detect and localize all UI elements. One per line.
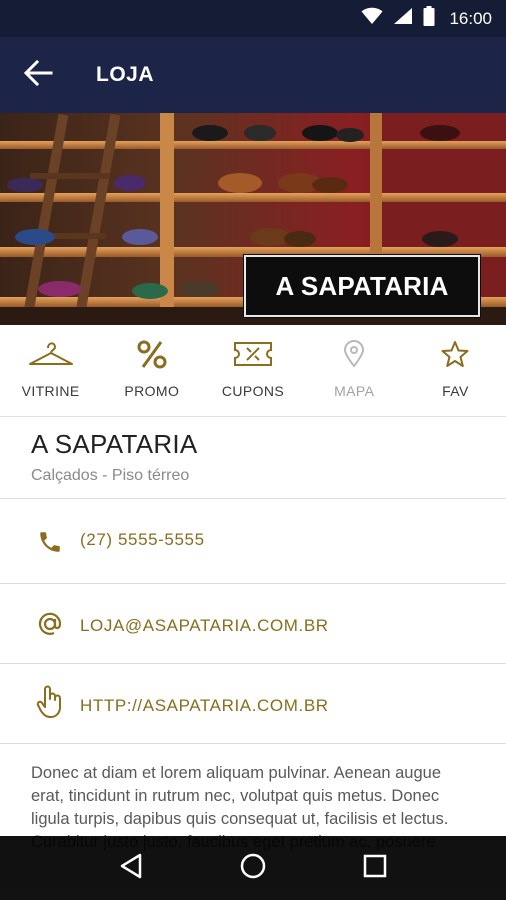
tab-cupons[interactable]: CUPONS	[202, 325, 303, 416]
arrow-left-icon	[23, 59, 53, 91]
coupon-icon	[233, 325, 273, 379]
email-row[interactable]: LOJA@ASAPATARIA.COM.BR	[0, 584, 506, 664]
battery-icon	[423, 6, 435, 31]
status-bar: 16:00	[0, 0, 506, 37]
store-logo: A SAPATARIA	[244, 255, 480, 317]
website-url: HTTP://ASAPATARIA.COM.BR	[80, 696, 329, 715]
percent-icon	[137, 325, 167, 379]
phone-row[interactable]: (27) 5555-5555	[0, 500, 506, 584]
pointer-hand-icon	[34, 685, 66, 718]
nav-back-button[interactable]	[111, 848, 151, 888]
phone-number: (27) 5555-5555	[80, 530, 205, 549]
tab-promo[interactable]: PROMO	[101, 325, 202, 416]
page-title: LOJA	[96, 63, 155, 86]
tab-label: VITRINE	[21, 383, 80, 399]
store-header: A SAPATARIA Calçados - Piso térreo	[0, 417, 506, 499]
at-sign-icon	[34, 608, 66, 640]
wifi-icon	[361, 7, 383, 30]
star-icon	[441, 325, 469, 379]
map-pin-icon	[343, 325, 365, 379]
back-triangle-icon	[119, 853, 143, 884]
hanger-icon	[28, 325, 74, 379]
tab-label: MAPA	[334, 383, 375, 399]
website-row[interactable]: HTTP://ASAPATARIA.COM.BR	[0, 664, 506, 744]
nav-home-button[interactable]	[233, 848, 273, 888]
signal-icon	[393, 7, 413, 30]
store-tabs: VITRINE PROMO CUPONS MAPA FAV	[0, 325, 506, 417]
home-circle-icon	[240, 853, 266, 884]
app-bar: LOJA	[0, 37, 506, 113]
store-name: A SAPATARIA	[31, 429, 198, 459]
recents-square-icon	[363, 854, 387, 883]
tab-mapa[interactable]: MAPA	[304, 325, 405, 416]
back-button[interactable]	[18, 57, 58, 93]
email-address: LOJA@ASAPATARIA.COM.BR	[80, 616, 329, 635]
tab-label: FAV	[442, 383, 469, 399]
tab-vitrine[interactable]: VITRINE	[0, 325, 101, 416]
store-banner: A SAPATARIA	[0, 113, 506, 325]
phone-icon	[34, 526, 66, 558]
nav-recents-button[interactable]	[355, 848, 395, 888]
store-category: Calçados - Piso térreo	[31, 467, 190, 484]
tab-fav[interactable]: FAV	[405, 325, 506, 416]
status-time: 16:00	[449, 8, 492, 28]
system-nav-bar	[0, 836, 506, 900]
status-icons: 16:00	[361, 0, 492, 37]
tab-label: PROMO	[124, 383, 180, 399]
tab-label: CUPONS	[221, 383, 285, 399]
